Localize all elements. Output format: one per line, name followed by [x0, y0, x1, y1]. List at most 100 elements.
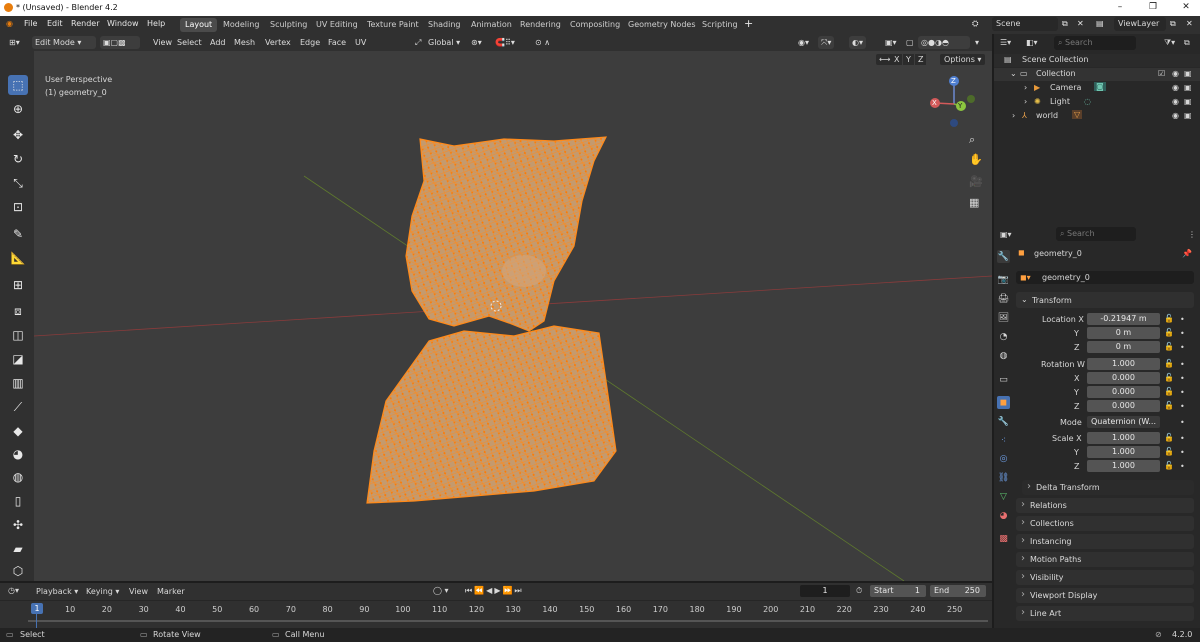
collection-render-icon[interactable]: ▣ — [1184, 69, 1192, 78]
light-data-icon[interactable]: ◌ — [1084, 97, 1091, 106]
viewport-display-panel[interactable]: Viewport Display — [1016, 588, 1194, 603]
orientation-dropdown[interactable]: Global ▾ — [425, 36, 463, 49]
filter-icon[interactable]: ⧩▾ — [1164, 38, 1175, 48]
timeline-scrollbar[interactable] — [28, 620, 988, 622]
select-mode-buttons[interactable]: ▣▢▩ — [100, 36, 140, 49]
scene-selector[interactable]: Scene — [992, 17, 1058, 31]
keyframe-rotation-y-icon[interactable]: • — [1180, 388, 1185, 397]
texture-tab-icon[interactable]: ▩ — [997, 532, 1010, 545]
mirror-y-button[interactable]: Y — [903, 54, 914, 65]
rotation-x-field[interactable]: 0.000 — [1087, 372, 1160, 384]
gizmo-toggle-icon[interactable]: ⤧▾ — [818, 36, 835, 49]
menu-uv[interactable]: UV — [352, 36, 369, 49]
world-tab-icon[interactable]: ◍ — [997, 349, 1010, 362]
delete-view-layer-icon[interactable]: ✕ — [1186, 19, 1193, 28]
outliner-item-light[interactable]: Light — [1050, 97, 1070, 106]
pivot-icon[interactable]: ⊛▾ — [468, 36, 485, 49]
new-view-layer-icon[interactable]: ⧉ — [1170, 19, 1176, 29]
menu-view[interactable]: View — [150, 36, 175, 49]
scene-tab-icon[interactable]: ◔ — [997, 330, 1010, 343]
object-tab-icon[interactable]: ◼ — [997, 396, 1010, 409]
physics-tab-icon[interactable]: ◎ — [997, 452, 1010, 465]
overlays-icon[interactable]: ◐▾ — [849, 36, 866, 49]
world-render-icon[interactable]: ▣ — [1184, 111, 1192, 120]
delta-transform-subpanel[interactable]: Delta Transform — [1022, 480, 1194, 495]
inset-tool-icon[interactable]: ◫ — [8, 325, 28, 345]
navigation-gizmo[interactable]: Z X Y — [927, 75, 981, 129]
rip-tool-icon[interactable]: ⬡ — [8, 561, 28, 581]
tab-scripting[interactable]: Scripting — [697, 18, 743, 32]
visibility-icon[interactable]: ◉▾ — [795, 36, 812, 49]
properties-search-input[interactable]: ⌕ Search — [1056, 227, 1136, 241]
rotation-mode-dropdown[interactable]: Quaternion (W... — [1087, 416, 1160, 428]
visibility-panel[interactable]: Visibility — [1016, 570, 1194, 585]
close-icon[interactable]: ✕ — [1176, 2, 1196, 12]
location-z-field[interactable]: 0 m — [1087, 341, 1160, 353]
move-tool-icon[interactable]: ✥ — [8, 125, 28, 145]
keyframe-location-z-icon[interactable]: • — [1180, 343, 1185, 352]
keyframe-rotation-w-icon[interactable]: • — [1180, 360, 1185, 369]
outliner-search-input[interactable]: ⌕ Search — [1054, 36, 1136, 50]
snap-icon[interactable]: 🧲⠿▾ — [492, 36, 518, 49]
keyframe-location-y-icon[interactable]: • — [1180, 329, 1185, 338]
location-y-field[interactable]: 0 m — [1087, 327, 1160, 339]
tab-modeling[interactable]: Modeling — [218, 18, 264, 32]
menu-file[interactable]: File — [24, 19, 37, 28]
collections-panel[interactable]: Collections — [1016, 516, 1194, 531]
view-layer-selector[interactable]: ViewLayer — [1114, 17, 1166, 31]
mode-dropdown[interactable]: Edit Mode ▾ — [32, 36, 96, 49]
shading-buttons[interactable]: ◎●◑◓ — [918, 36, 970, 49]
camera-eye-icon[interactable]: ◉ — [1172, 83, 1179, 92]
rotation-w-field[interactable]: 1.000 — [1087, 358, 1160, 370]
tab-texture-paint[interactable]: Texture Paint — [362, 18, 424, 32]
select-box-tool-icon[interactable]: ⬚ — [8, 75, 28, 95]
tab-uv-editing[interactable]: UV Editing — [311, 18, 363, 32]
menu-help[interactable]: Help — [147, 19, 165, 28]
modifier-tab-icon[interactable]: 🔧 — [997, 415, 1010, 428]
material-tab-icon[interactable]: ◕ — [997, 509, 1010, 522]
zoom-icon[interactable]: ⌕ — [969, 133, 975, 147]
collection-eye-icon[interactable]: ◉ — [1172, 69, 1179, 78]
lock-scale-y-icon[interactable]: 🔓 — [1164, 447, 1174, 456]
menu-select[interactable]: Select — [174, 36, 205, 49]
shear-tool-icon[interactable]: ▰ — [8, 539, 28, 559]
keyframe-mode-icon[interactable]: • — [1180, 418, 1185, 427]
shrink-fatten-tool-icon[interactable]: ✣ — [8, 515, 28, 535]
tab-compositing[interactable]: Compositing — [565, 18, 625, 32]
add-workspace-icon[interactable]: + — [744, 17, 753, 30]
scene-collection-label[interactable]: Scene Collection — [1022, 55, 1089, 64]
tab-shading[interactable]: Shading — [423, 18, 466, 32]
mirror-x-button[interactable]: X — [891, 54, 903, 65]
xray-icon[interactable]: ▢ — [903, 36, 917, 49]
transform-panel-header[interactable]: ⌄ Transform — [1016, 292, 1194, 308]
camera-render-icon[interactable]: ▣ — [1184, 83, 1192, 92]
camera-view-icon[interactable]: 🎥 — [969, 175, 983, 188]
delete-scene-icon[interactable]: ✕ — [1077, 19, 1084, 28]
menu-render[interactable]: Render — [71, 19, 99, 28]
tab-geometry-nodes[interactable]: Geometry Nodes — [623, 18, 700, 32]
lock-rotation-z-icon[interactable]: 🔓 — [1164, 401, 1174, 410]
preview-range-icon[interactable]: ⏱ — [856, 586, 862, 596]
world-eye-icon[interactable]: ◉ — [1172, 111, 1179, 120]
measure-tool-icon[interactable]: 📐 — [8, 248, 28, 268]
tab-animation[interactable]: Animation — [466, 18, 517, 32]
keyframe-scale-z-icon[interactable]: • — [1180, 462, 1185, 471]
rotation-z-field[interactable]: 0.000 — [1087, 400, 1160, 412]
extrude-tool-icon[interactable]: ⧈ — [8, 301, 28, 321]
new-scene-icon[interactable]: ⧉ — [1062, 19, 1068, 29]
editor-type-icon[interactable]: ⊞▾ — [6, 36, 23, 49]
edge-slide-tool-icon[interactable]: ▯ — [8, 491, 28, 511]
outliner-item-world[interactable]: world — [1036, 111, 1058, 120]
network-off-icon[interactable]: ⊘ — [1155, 630, 1162, 639]
output-tab-icon[interactable]: 🖨 — [997, 292, 1010, 305]
menu-edge[interactable]: Edge — [297, 36, 323, 49]
menu-mesh[interactable]: Mesh — [231, 36, 258, 49]
cursor-tool-icon[interactable]: ⊕ — [8, 99, 28, 119]
menu-keying[interactable]: Keying ▾ — [86, 587, 119, 596]
world-data-icon[interactable]: ▽ — [1072, 110, 1083, 119]
keyframe-location-x-icon[interactable]: • — [1180, 315, 1185, 324]
camera-data-icon[interactable]: ◙ — [1094, 82, 1106, 91]
collection-label[interactable]: Collection — [1036, 69, 1076, 78]
collection-expand-icon[interactable]: ⌄ — [1010, 69, 1017, 78]
annotate-tool-icon[interactable]: ✎ — [8, 224, 28, 244]
